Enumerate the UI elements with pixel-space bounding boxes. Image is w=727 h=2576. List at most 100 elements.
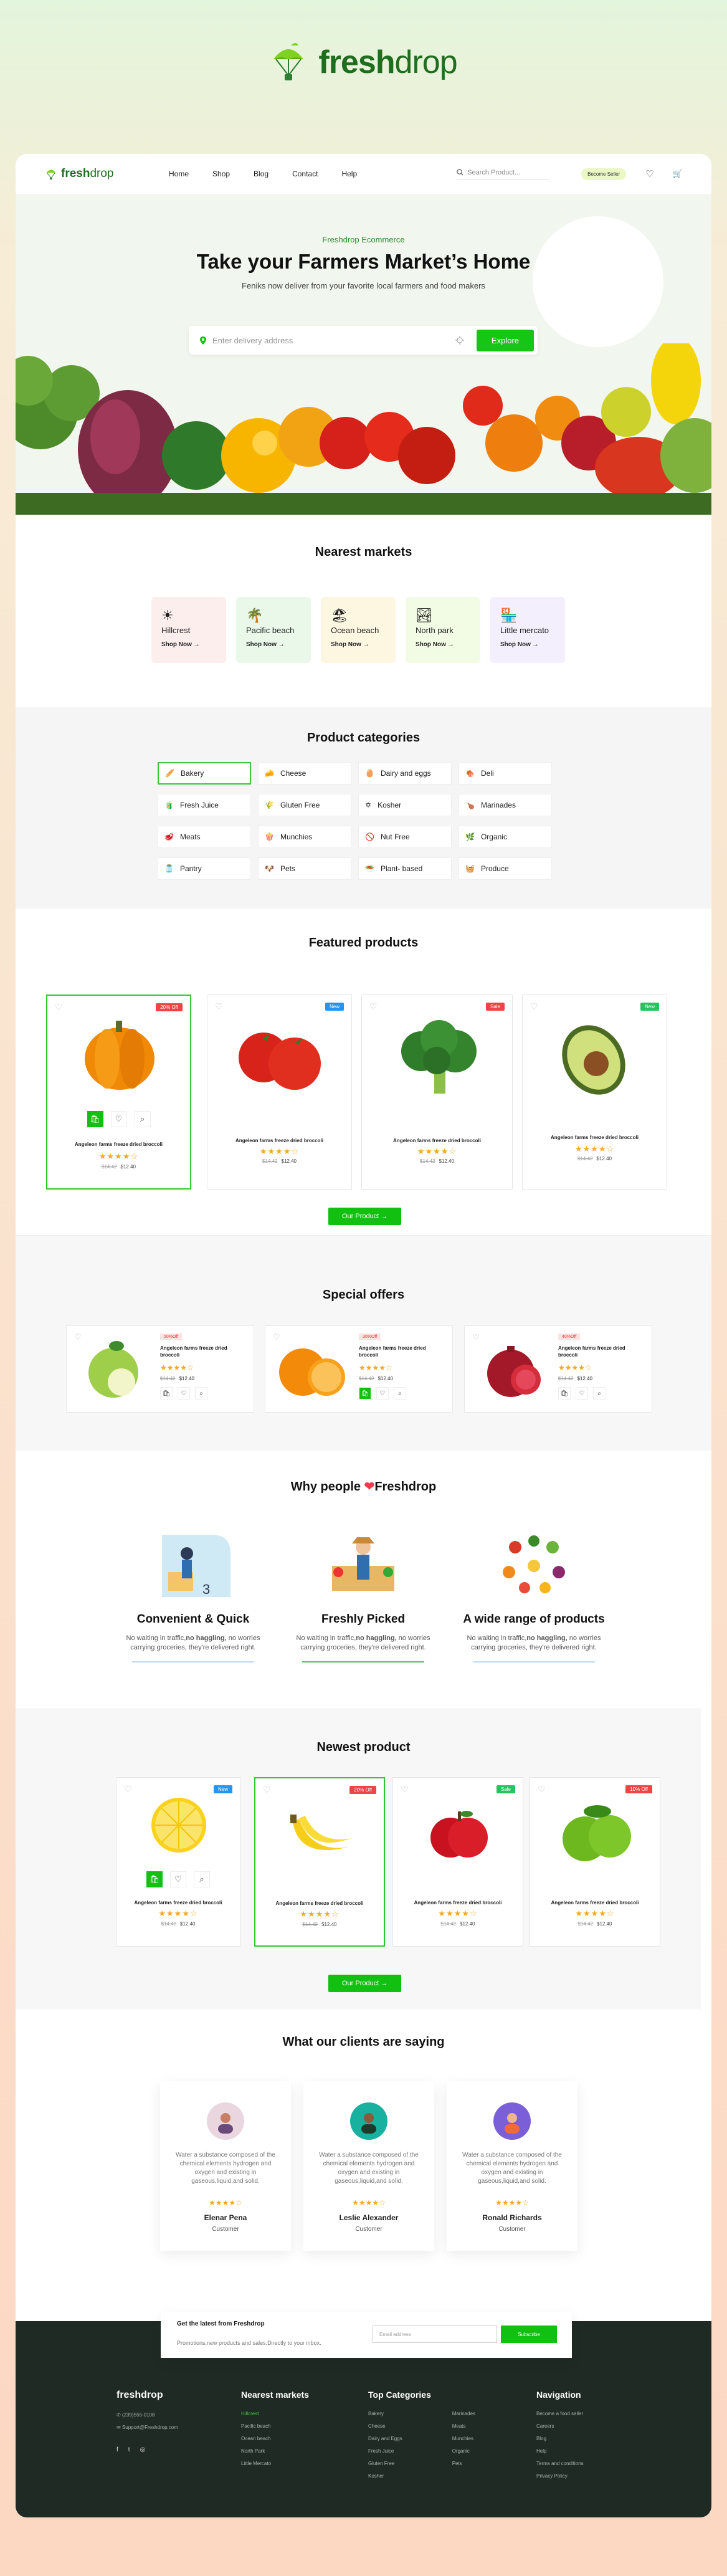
- footer-link[interactable]: Careers: [536, 2423, 584, 2429]
- category-meats[interactable]: 🥩 Meats: [158, 826, 251, 848]
- footer-link[interactable]: Dairy and Eggs: [368, 2436, 402, 2441]
- wishlist-heart-icon[interactable]: ♡: [55, 1002, 63, 1013]
- nav-link-contact[interactable]: Contact: [292, 169, 318, 178]
- footer-link[interactable]: Fresh Juice: [368, 2448, 402, 2454]
- market-card[interactable]: 🏪 Little mercato Shop Now →: [490, 597, 565, 663]
- shop-now-link[interactable]: Shop Now →: [416, 641, 470, 648]
- offer-card[interactable]: ♡ 40%Off Angeleon farms freeze dried bro…: [464, 1325, 652, 1413]
- heart-icon[interactable]: ♡: [178, 1387, 190, 1400]
- footer-link[interactable]: Organic: [452, 2448, 475, 2454]
- product-card[interactable]: ♡ New Angeleon farms freeze dried brocco…: [522, 995, 667, 1190]
- category-produce[interactable]: 🧺 Produce: [459, 857, 552, 880]
- market-card[interactable]: 🌴 Pacific beach Shop Now →: [236, 597, 311, 663]
- add-to-cart-icon[interactable]: 🛍: [146, 1871, 163, 1887]
- product-card[interactable]: ♡ Sale Angeleon farms freeze dried brocc…: [361, 995, 513, 1190]
- category-organic[interactable]: 🌿 Organic: [459, 826, 552, 848]
- category-gluten-free[interactable]: 🌾 Gluten Free: [258, 794, 351, 816]
- add-to-cart-icon[interactable]: 🛍: [359, 1387, 371, 1400]
- market-card[interactable]: 🏞 North park Shop Now →: [406, 597, 480, 663]
- wishlist-heart-icon[interactable]: ♡: [74, 1332, 82, 1342]
- product-card[interactable]: ♡ Sale Angeleon farms freeze dried brocc…: [392, 1777, 523, 1947]
- footer-link[interactable]: Blog: [536, 2436, 584, 2441]
- category-cheese[interactable]: 🧀 Cheese: [258, 762, 351, 785]
- category-deli[interactable]: 🍖 Deli: [459, 762, 552, 785]
- instagram-icon[interactable]: ◎: [140, 2446, 146, 2453]
- newsletter-email-input[interactable]: Email address: [373, 2326, 497, 2343]
- footer-link[interactable]: Gluten Free: [368, 2461, 402, 2466]
- add-to-cart-icon[interactable]: 🛍: [87, 1111, 103, 1127]
- heart-icon[interactable]: ♡: [376, 1387, 389, 1400]
- heart-icon[interactable]: ♡: [170, 1871, 186, 1887]
- nav-logo[interactable]: freshdrop: [44, 167, 169, 181]
- cart-icon[interactable]: 🛒: [673, 169, 683, 179]
- footer-link[interactable]: North Park: [241, 2448, 309, 2454]
- shop-now-link[interactable]: Shop Now →: [331, 641, 386, 648]
- footer-link[interactable]: Cheese: [368, 2423, 402, 2429]
- product-card[interactable]: ♡ New Angeleon farms freeze dried brocco…: [207, 995, 352, 1190]
- product-card[interactable]: ♡ 20% Off Angeleon farms freeze dried br…: [254, 1777, 385, 1947]
- shop-now-link[interactable]: Shop Now →: [161, 641, 216, 648]
- quick-view-icon[interactable]: ⌕: [134, 1111, 151, 1127]
- category-bakery[interactable]: 🥖 Bakery: [158, 762, 251, 785]
- nav-link-blog[interactable]: Blog: [254, 169, 268, 178]
- wishlist-heart-icon[interactable]: ♡: [401, 1784, 409, 1795]
- heart-icon[interactable]: ♡: [576, 1387, 588, 1400]
- footer-link[interactable]: Meats: [452, 2423, 475, 2429]
- footer-link[interactable]: Little Mercato: [241, 2461, 309, 2466]
- wishlist-heart-icon[interactable]: ♡: [215, 1001, 223, 1012]
- heart-icon[interactable]: ♡: [645, 168, 653, 179]
- shop-now-link[interactable]: Shop Now →: [246, 641, 301, 648]
- footer-link[interactable]: Become a food seller: [536, 2411, 584, 2416]
- subscribe-button[interactable]: Subscribe: [501, 2326, 557, 2343]
- footer-link[interactable]: Marinades: [452, 2411, 475, 2416]
- wishlist-heart-icon[interactable]: ♡: [263, 1785, 271, 1795]
- quick-view-icon[interactable]: ⌕: [394, 1387, 406, 1400]
- featured-our-product-button[interactable]: Our Product →: [328, 1208, 402, 1225]
- category-kosher[interactable]: ✡ Kosher: [358, 794, 452, 816]
- nav-link-shop[interactable]: Shop: [212, 169, 230, 178]
- footer-link[interactable]: Hillcrest: [241, 2411, 309, 2416]
- category-munchies[interactable]: 🍿 Munchies: [258, 826, 351, 848]
- footer-link[interactable]: Bakery: [368, 2411, 402, 2416]
- offer-card[interactable]: ♡ 30%Off Angeleon farms freeze dried bro…: [265, 1325, 453, 1413]
- wishlist-heart-icon[interactable]: ♡: [538, 1784, 546, 1795]
- product-card[interactable]: ♡ 10% Off Angeleon farms freeze dried br…: [530, 1777, 660, 1947]
- heart-icon[interactable]: ♡: [110, 1111, 127, 1127]
- footer-link[interactable]: Terms and conditions: [536, 2461, 584, 2466]
- wishlist-heart-icon[interactable]: ♡: [530, 1001, 538, 1012]
- footer-link[interactable]: Munchies: [452, 2436, 475, 2441]
- footer-link[interactable]: Kosher: [368, 2473, 402, 2479]
- newest-our-product-button[interactable]: Our Product →: [328, 1975, 402, 1992]
- footer-link[interactable]: Ocean beach: [241, 2436, 309, 2441]
- shop-now-link[interactable]: Shop Now →: [500, 641, 555, 648]
- category-dairy[interactable]: 🥚 Dairy and eggs: [358, 762, 452, 785]
- search-input[interactable]: Search Product...: [457, 169, 551, 179]
- product-card[interactable]: ♡ New 🛍 ♡ ⌕ Angeleon farms freeze dried br…: [116, 1777, 240, 1947]
- quick-view-icon[interactable]: ⌕: [194, 1871, 210, 1887]
- twitter-icon[interactable]: t: [128, 2446, 130, 2453]
- market-card[interactable]: 🏖 Ocean beach Shop Now →: [321, 597, 396, 663]
- quick-view-icon[interactable]: ⌕: [593, 1387, 606, 1400]
- become-seller-button[interactable]: Become Seller: [581, 168, 627, 180]
- footer-link[interactable]: Help: [536, 2448, 584, 2454]
- category-pets[interactable]: 🐶 Pets: [258, 857, 351, 880]
- nav-link-help[interactable]: Help: [341, 169, 357, 178]
- market-card[interactable]: ☀ Hillcrest Shop Now →: [151, 597, 226, 663]
- wishlist-heart-icon[interactable]: ♡: [472, 1332, 480, 1342]
- offer-card[interactable]: ♡ 50%Off Angeleon farms freeze dried bro…: [66, 1325, 254, 1413]
- product-card[interactable]: ♡ 20% Off 🛍 ♡ ⌕ Angeleon farms freeze drie…: [46, 995, 191, 1190]
- quick-view-icon[interactable]: ⌕: [195, 1387, 207, 1400]
- footer-link[interactable]: Privacy Policy: [536, 2473, 584, 2479]
- category-plant-based[interactable]: 🥗 Plant- based: [358, 857, 452, 880]
- category-fresh-juice[interactable]: 🧃 Fresh Juice: [158, 794, 251, 816]
- add-to-cart-icon[interactable]: 🛍: [558, 1387, 571, 1400]
- wishlist-heart-icon[interactable]: ♡: [124, 1784, 132, 1795]
- nav-link-home[interactable]: Home: [169, 169, 189, 178]
- category-pantry[interactable]: 🫙 Pantry: [158, 857, 251, 880]
- category-nut-free[interactable]: 🚫 Nut Free: [358, 826, 452, 848]
- facebook-icon[interactable]: f: [116, 2446, 118, 2453]
- footer-link[interactable]: Pets: [452, 2461, 475, 2466]
- category-marinades[interactable]: 🍗 Marinades: [459, 794, 552, 816]
- footer-link[interactable]: Pacific beach: [241, 2423, 309, 2429]
- add-to-cart-icon[interactable]: 🛍: [160, 1387, 173, 1400]
